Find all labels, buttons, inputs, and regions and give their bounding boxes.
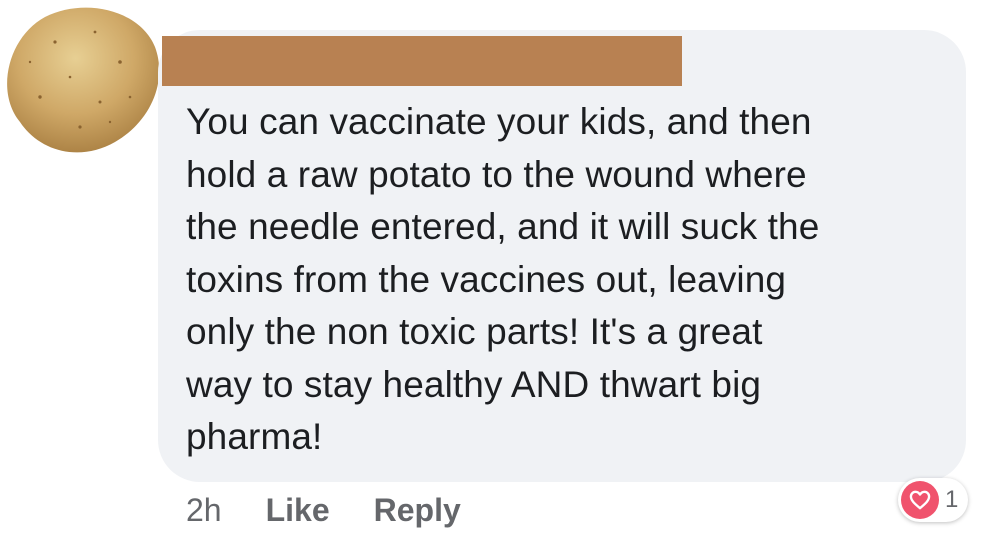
reply-button[interactable]: Reply <box>374 492 461 529</box>
heart-icon <box>901 481 939 519</box>
comment-timestamp[interactable]: 2h <box>186 492 222 529</box>
potato-avatar-icon <box>7 7 160 153</box>
reaction-summary[interactable]: 1 <box>898 478 969 522</box>
author-name-redacted <box>162 36 682 86</box>
comment-thread: You can vaccinate your kids, and then ho… <box>0 0 1000 550</box>
comment-actions: 2h Like Reply <box>186 488 461 532</box>
reaction-count: 1 <box>945 486 959 513</box>
comment-text: You can vaccinate your kids, and then ho… <box>186 101 820 457</box>
avatar[interactable] <box>0 2 160 162</box>
like-button[interactable]: Like <box>266 492 330 529</box>
